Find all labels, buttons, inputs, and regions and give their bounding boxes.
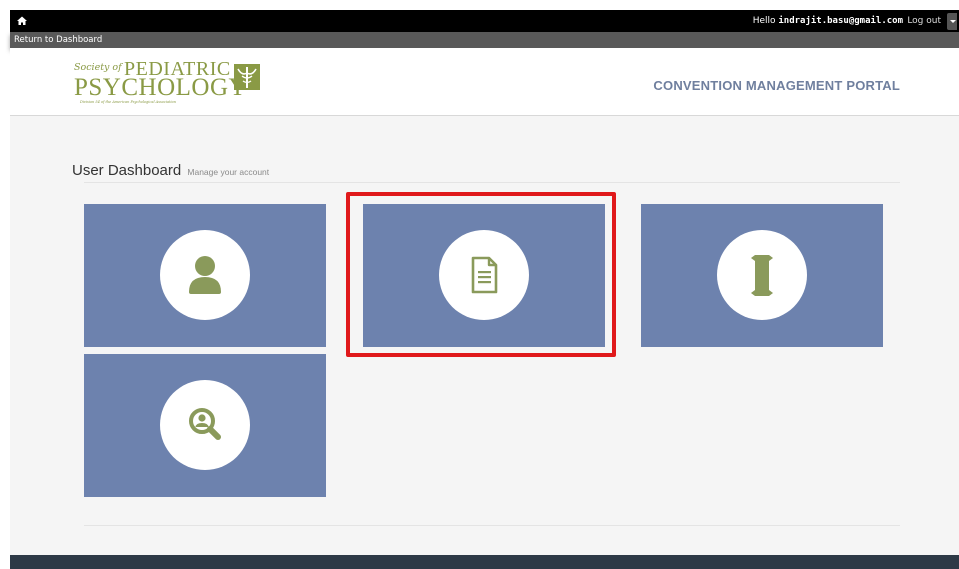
return-to-dashboard-link[interactable]: Return to Dashboard bbox=[14, 35, 102, 45]
greeting-prefix: Hello bbox=[752, 16, 776, 26]
page-subtitle: Manage your account bbox=[187, 167, 270, 177]
society-logo[interactable]: Society of PEDIATRIC PSYCHOLOGY Division… bbox=[74, 58, 264, 106]
logout-link[interactable]: Log out bbox=[907, 16, 941, 26]
tile-icon-circle bbox=[160, 380, 250, 470]
greeting: Hello indrajit.basu@gmail.com bbox=[753, 16, 903, 26]
main-content: User Dashboard Manage your account bbox=[10, 116, 959, 555]
tile-icon-circle bbox=[439, 230, 529, 320]
logo-society-text: Society of bbox=[74, 62, 122, 73]
tile-icon-circle bbox=[717, 230, 807, 320]
search-members-tile[interactable] bbox=[84, 354, 326, 497]
profile-tile[interactable] bbox=[84, 204, 326, 347]
home-icon[interactable] bbox=[15, 14, 29, 28]
page-title: User Dashboard Manage your account bbox=[72, 162, 269, 179]
top-bar: Hello indrajit.basu@gmail.com Log out bbox=[10, 10, 959, 32]
site-header: Society of PEDIATRIC PSYCHOLOGY Division… bbox=[10, 48, 959, 116]
document-tile[interactable] bbox=[363, 204, 605, 347]
scroll-icon bbox=[751, 255, 773, 296]
user-email: indrajit.basu@gmail.com bbox=[778, 16, 903, 26]
scroll-tile[interactable] bbox=[641, 204, 883, 347]
logo-division-text: Division 54 of the American Psychologica… bbox=[80, 100, 176, 104]
tile-icon-circle bbox=[160, 230, 250, 320]
user-icon bbox=[189, 256, 221, 294]
chevron-down-icon[interactable] bbox=[947, 13, 957, 30]
document-icon bbox=[471, 256, 498, 294]
divider-bottom bbox=[84, 525, 900, 526]
portal-title: CONVENTION MANAGEMENT PORTAL bbox=[653, 78, 900, 93]
search-user-icon bbox=[189, 408, 221, 440]
caduceus-emblem-icon bbox=[234, 64, 260, 90]
logo-psychology-text: PSYCHOLOGY bbox=[74, 74, 248, 101]
footer bbox=[10, 555, 959, 569]
return-bar: Return to Dashboard bbox=[10, 32, 959, 48]
page-title-text: User Dashboard bbox=[72, 162, 182, 179]
divider-top bbox=[84, 182, 900, 183]
